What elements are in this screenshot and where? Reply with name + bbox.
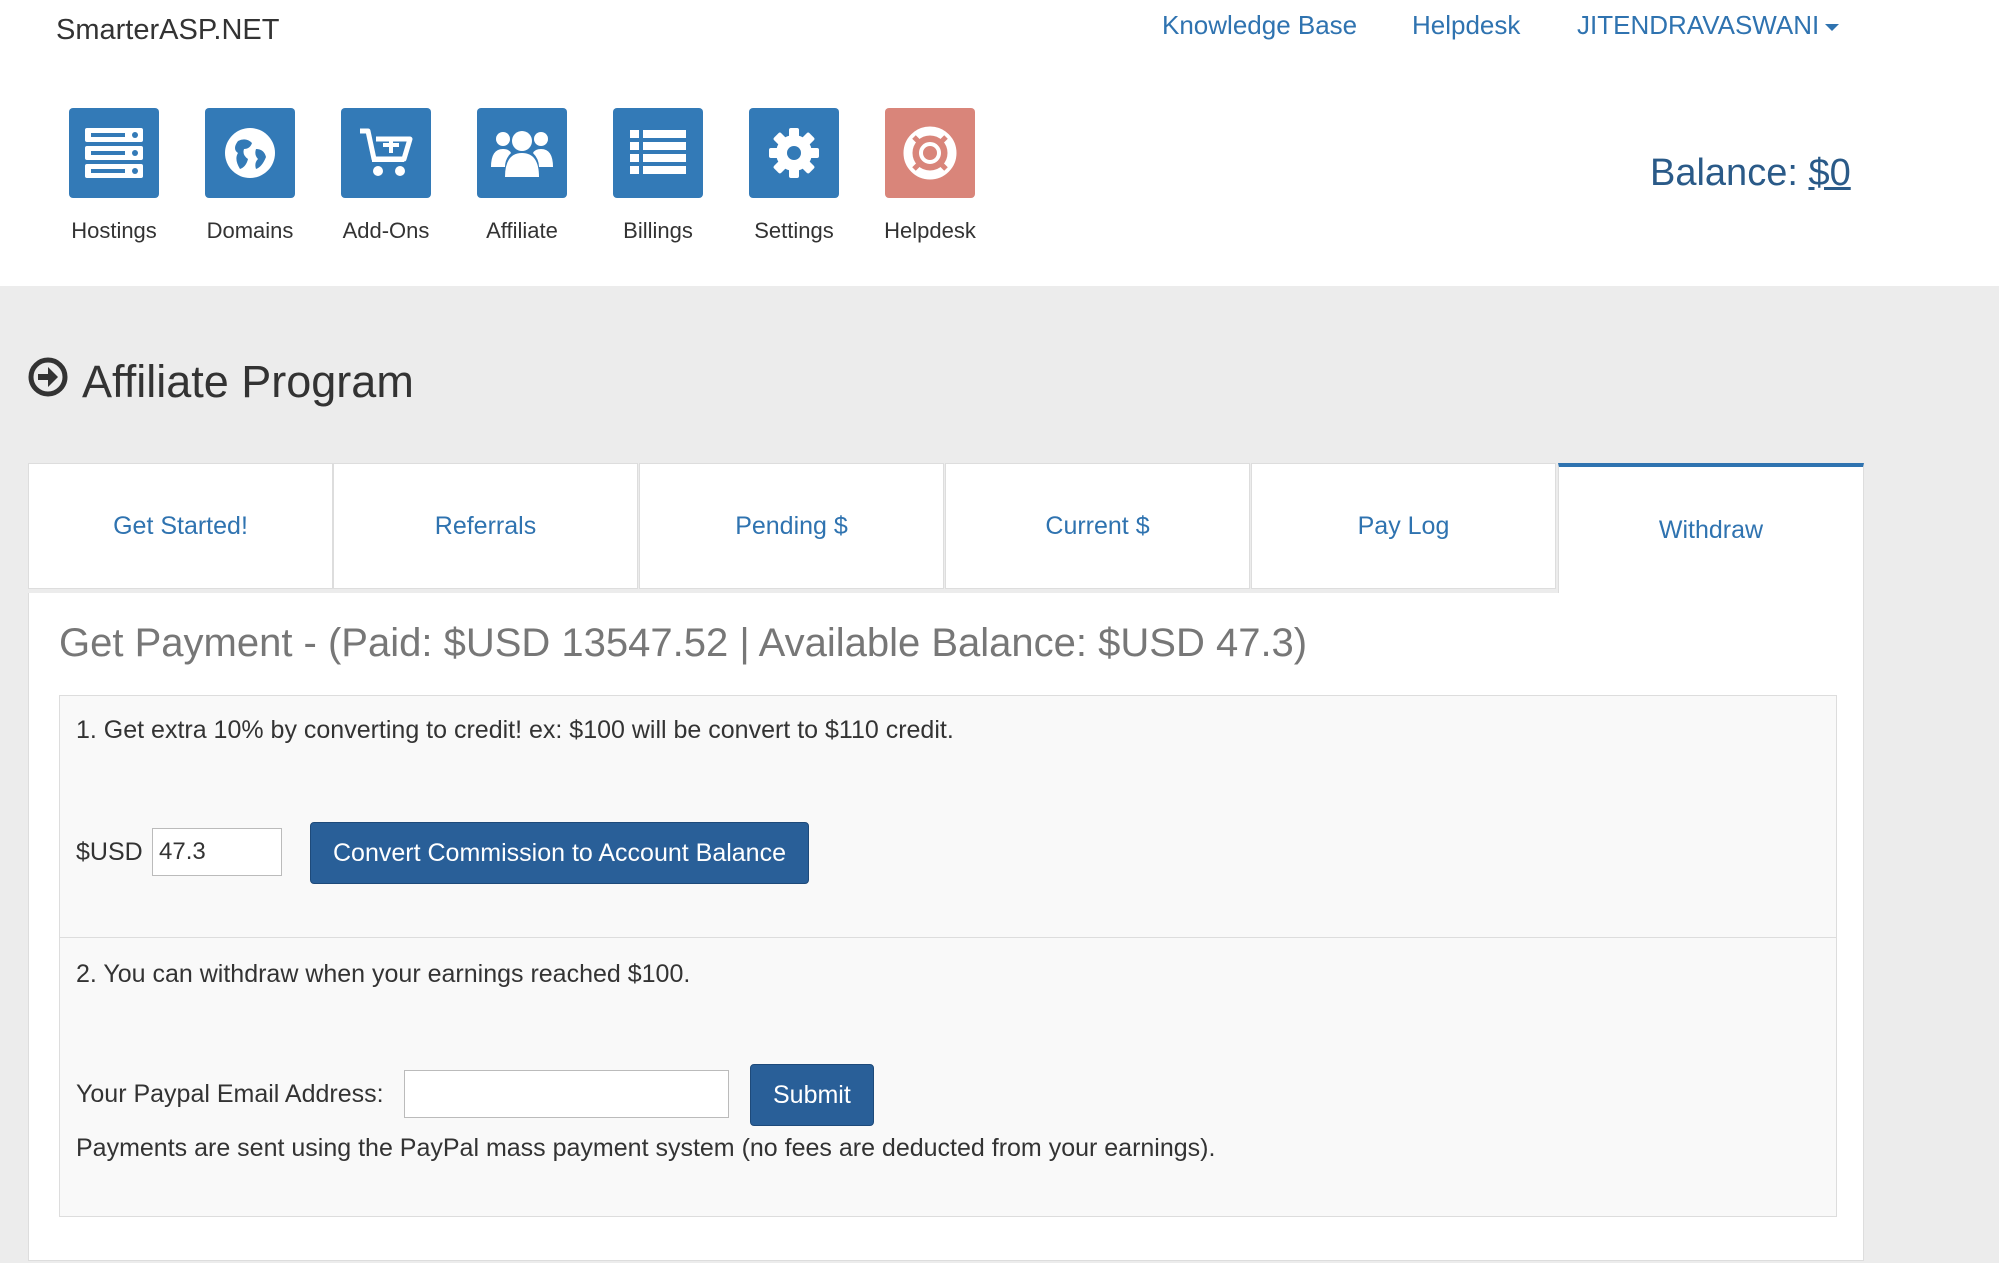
- nav-hostings[interactable]: Hostings: [46, 108, 182, 244]
- balance-amount-link[interactable]: $0: [1808, 152, 1850, 194]
- nav-label: Hostings: [71, 218, 157, 243]
- paypal-footer-note: Payments are sent using the PayPal mass …: [76, 1134, 1216, 1162]
- nav-label: Add-Ons: [342, 218, 430, 243]
- withdraw-note: 2. You can withdraw when your earnings r…: [76, 960, 691, 988]
- balance-label: Balance:: [1650, 152, 1809, 194]
- nav-label: Billings: [623, 218, 693, 243]
- server-icon: [69, 108, 159, 198]
- affiliate-tabs: Get Started! Referrals Pending $ Current…: [28, 463, 1864, 594]
- convert-amount-input[interactable]: [152, 828, 282, 876]
- convert-commission-button[interactable]: Convert Commission to Account Balance: [310, 822, 809, 884]
- tab-referrals[interactable]: Referrals: [333, 463, 638, 589]
- account-balance: Balance: $0: [1650, 152, 1851, 195]
- caret-down-icon: [1825, 23, 1840, 31]
- user-name: JITENDRAVASWANI: [1577, 10, 1820, 40]
- gear-icon: [749, 108, 839, 198]
- page-title: Affiliate Program: [28, 356, 414, 408]
- list-icon: [613, 108, 703, 198]
- tab-withdraw[interactable]: Withdraw: [1558, 463, 1864, 594]
- nav-affiliate[interactable]: Affiliate: [454, 108, 590, 244]
- users-icon: [477, 108, 567, 198]
- nav-billings[interactable]: Billings: [590, 108, 726, 244]
- nav-label: Domains: [206, 218, 294, 243]
- convert-note: 1. Get extra 10% by converting to credit…: [76, 716, 954, 744]
- tab-get-started[interactable]: Get Started!: [28, 463, 333, 589]
- helpdesk-link[interactable]: Helpdesk: [1412, 10, 1520, 41]
- globe-icon: [205, 108, 295, 198]
- header: SmarterASP.NET Knowledge Base Helpdesk J…: [0, 0, 1999, 286]
- cart-plus-icon: [341, 108, 431, 198]
- payment-heading: Get Payment - (Paid: $USD 13547.52 | Ava…: [59, 621, 1308, 665]
- lifebuoy-icon: [885, 108, 975, 198]
- user-menu[interactable]: JITENDRAVASWANI: [1577, 10, 1840, 41]
- nav-domains[interactable]: Domains: [182, 108, 318, 244]
- arrow-circle-right-icon: [28, 356, 68, 408]
- tab-current[interactable]: Current $: [945, 463, 1250, 589]
- nav-label: Settings: [754, 218, 834, 243]
- tab-pay-log[interactable]: Pay Log: [1251, 463, 1556, 589]
- paypal-email-input[interactable]: [404, 1070, 729, 1118]
- brand-logo[interactable]: SmarterASP.NET: [56, 14, 279, 47]
- page-title-text: Affiliate Program: [82, 356, 414, 407]
- nav-add-ons[interactable]: Add-Ons: [318, 108, 454, 244]
- tab-pending[interactable]: Pending $: [639, 463, 944, 589]
- nav-label: Helpdesk: [884, 218, 976, 243]
- paypal-section: 2. You can withdraw when your earnings r…: [59, 937, 1837, 1217]
- withdraw-content: Get Payment - (Paid: $USD 13547.52 | Ava…: [28, 593, 1864, 1261]
- knowledge-base-link[interactable]: Knowledge Base: [1162, 10, 1357, 41]
- nav-settings[interactable]: Settings: [726, 108, 862, 244]
- currency-label: $USD: [76, 838, 143, 866]
- paypal-email-label: Your Paypal Email Address:: [76, 1080, 384, 1108]
- submit-button[interactable]: Submit: [750, 1064, 874, 1126]
- nav-label: Affiliate: [486, 218, 558, 243]
- nav-helpdesk[interactable]: Helpdesk: [862, 108, 998, 244]
- affiliate-panel: Get Started! Referrals Pending $ Current…: [28, 463, 1864, 1261]
- convert-section: 1. Get extra 10% by converting to credit…: [59, 695, 1837, 938]
